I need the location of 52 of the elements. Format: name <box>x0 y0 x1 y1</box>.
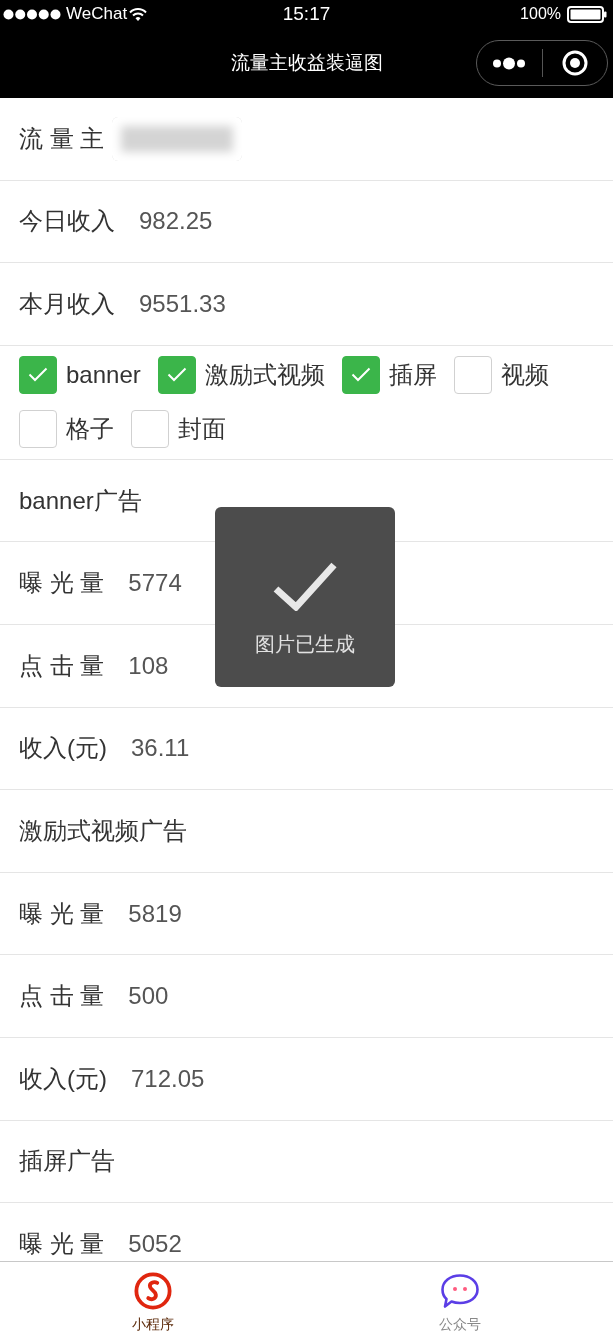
field-label: 本月收入 <box>19 289 115 319</box>
field-value: 5774 <box>128 569 182 598</box>
field-value: 5819 <box>128 899 182 928</box>
section-title: 插屏广告 <box>19 1146 115 1177</box>
checkbox[interactable] <box>453 355 492 394</box>
target-icon <box>561 50 588 76</box>
field-label: 流 量 主 <box>19 123 105 154</box>
chat-bubble-icon <box>439 1272 480 1310</box>
check-icon <box>350 367 371 383</box>
checkbox-label: banner <box>66 360 141 389</box>
checkbox[interactable] <box>19 409 57 448</box>
field-value: 108 <box>128 651 169 680</box>
field-label: 今日收入 <box>19 206 115 237</box>
checkbox[interactable] <box>131 409 169 448</box>
check-icon <box>166 367 187 383</box>
checkbox-label: 插屏 <box>388 359 437 390</box>
tab-item[interactable]: 小程序 <box>0 1262 307 1338</box>
wifi-icon <box>129 7 148 21</box>
section-title: banner广告 <box>19 485 142 516</box>
toast-message: 图片已生成 <box>255 632 355 657</box>
signal-icon <box>3 8 61 20</box>
tab-item[interactable]: 公众号 <box>306 1262 613 1338</box>
checkbox-label: 格子 <box>66 413 114 444</box>
check-icon <box>272 561 338 611</box>
more-icon <box>492 56 527 70</box>
status-time: 15:17 <box>282 3 331 25</box>
checkbox-label: 激励式视频 <box>204 359 325 390</box>
field-value: 5052 <box>128 1229 182 1258</box>
field-value: 36.11 <box>131 734 190 763</box>
battery-percent: 100% <box>520 5 561 23</box>
s-logo-icon <box>133 1272 174 1310</box>
field-value: 982.25 <box>139 207 213 236</box>
field-value: 500 <box>128 982 169 1011</box>
field-value: 9551.33 <box>139 290 226 318</box>
field-label: 点 击 量 <box>19 650 105 681</box>
field-label: 曝 光 量 <box>19 568 105 599</box>
section-title: 激励式视频广告 <box>19 815 187 846</box>
checkbox-label: 封面 <box>178 413 226 444</box>
carrier-name: WeChat <box>66 4 128 24</box>
check-icon <box>28 367 48 383</box>
field-label: 曝 光 量 <box>19 1228 105 1259</box>
field-label: 曝 光 量 <box>19 898 105 929</box>
battery-icon <box>567 5 607 23</box>
field-label: 收入(元) <box>19 733 107 764</box>
checkbox[interactable] <box>19 355 57 394</box>
checkbox[interactable] <box>341 355 380 394</box>
field-label: 收入(元) <box>19 1063 107 1094</box>
page-title: 流量主收益装逼图 <box>230 51 383 75</box>
checkbox[interactable] <box>157 355 196 394</box>
field-label: 点 击 量 <box>19 981 105 1012</box>
checkbox-label: 视频 <box>500 359 549 390</box>
field-value: 712.05 <box>131 1064 205 1093</box>
